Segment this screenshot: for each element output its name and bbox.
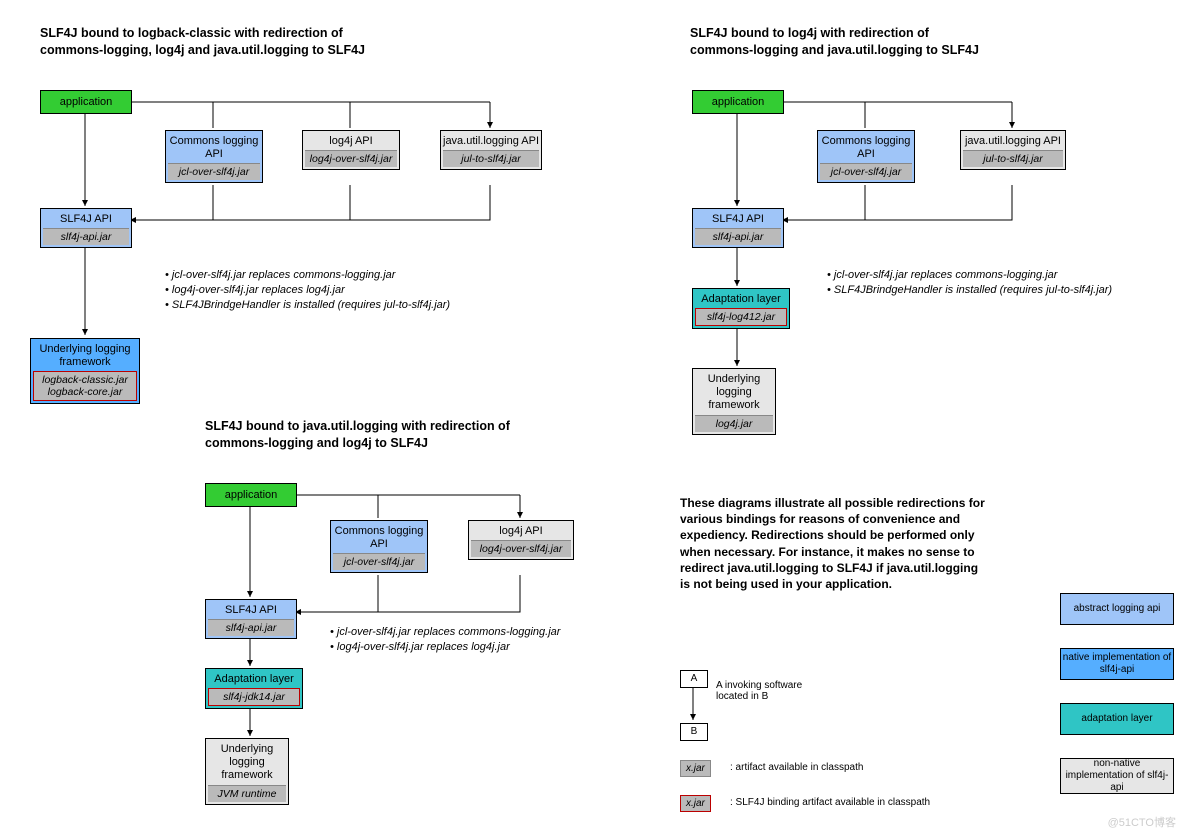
- d1-slf4j-api: SLF4J APIslf4j-api.jar: [40, 208, 132, 248]
- d2-adaptation: Adaptation layerslf4j-log412.jar: [692, 288, 790, 329]
- legend-adapt: adaptation layer: [1060, 703, 1174, 735]
- d2-slf4j-api: SLF4J APIslf4j-api.jar: [692, 208, 784, 248]
- d3-commons-jar: jcl-over-slf4j.jar: [333, 553, 425, 570]
- legend-A: A: [680, 670, 708, 688]
- d2-jul-api: java.util.logging APIjul-to-slf4j.jar: [960, 130, 1066, 170]
- d1-underlying-jar: logback-classic.jar logback-core.jar: [33, 371, 137, 401]
- d1-log4j-api: log4j APIlog4j-over-slf4j.jar: [302, 130, 400, 170]
- d1-jul-api: java.util.logging APIjul-to-slf4j.jar: [440, 130, 542, 170]
- d3-application: application: [205, 483, 297, 507]
- d3-underlying-jar: JVM runtime: [208, 785, 286, 802]
- d3-commons-api: Commons logging APIjcl-over-slf4j.jar: [330, 520, 428, 573]
- diagram3-title: SLF4J bound to java.util.logging with re…: [205, 418, 525, 452]
- d3-notes: • jcl-over-slf4j.jar replaces commons-lo…: [330, 625, 630, 655]
- d2-notes: • jcl-over-slf4j.jar replaces commons-lo…: [827, 268, 1184, 298]
- d3-log4j-api: log4j APIlog4j-over-slf4j.jar: [468, 520, 574, 560]
- legend-invoke: A invoking software located in B: [716, 680, 806, 702]
- legend-xjar-red: x.jar: [680, 795, 711, 812]
- d2-underlying-jar: log4j.jar: [695, 415, 773, 432]
- d2-slf4j-jar: slf4j-api.jar: [695, 228, 781, 245]
- d1-slf4j-jar: slf4j-api.jar: [43, 228, 129, 245]
- d1-application: application: [40, 90, 132, 114]
- d1-jul-jar: jul-to-slf4j.jar: [443, 150, 539, 167]
- legend-xjar-red-desc: : SLF4J binding artifact available in cl…: [730, 797, 930, 808]
- d3-slf4j-jar: slf4j-api.jar: [208, 619, 294, 636]
- d3-underlying: Underlying logging frameworkJVM runtime: [205, 738, 289, 805]
- d3-slf4j-api: SLF4J APIslf4j-api.jar: [205, 599, 297, 639]
- d1-commons-api: Commons logging APIjcl-over-slf4j.jar: [165, 130, 263, 183]
- d2-adapt-jar: slf4j-log412.jar: [695, 308, 787, 326]
- d2-application: application: [692, 90, 784, 114]
- watermark: @51CTO博客: [1108, 814, 1176, 830]
- d2-jul-jar: jul-to-slf4j.jar: [963, 150, 1063, 167]
- d1-commons-jar: jcl-over-slf4j.jar: [168, 163, 260, 180]
- legend-B: B: [680, 723, 708, 741]
- legend-abstract: abstract logging api: [1060, 593, 1174, 625]
- d2-underlying: Underlying logging frameworklog4j.jar: [692, 368, 776, 435]
- d3-log4j-jar: log4j-over-slf4j.jar: [471, 540, 571, 557]
- d2-commons-jar: jcl-over-slf4j.jar: [820, 163, 912, 180]
- d1-underlying: Underlying logging frameworklogback-clas…: [30, 338, 140, 404]
- d2-commons-api: Commons logging APIjcl-over-slf4j.jar: [817, 130, 915, 183]
- d1-notes: • jcl-over-slf4j.jar replaces commons-lo…: [165, 268, 565, 313]
- legend-xjar-desc: : artifact available in classpath: [730, 762, 863, 773]
- d1-log4j-jar: log4j-over-slf4j.jar: [305, 150, 397, 167]
- d3-adapt-jar: slf4j-jdk14.jar: [208, 688, 300, 706]
- diagram1-title: SLF4J bound to logback-classic with redi…: [40, 25, 370, 59]
- d3-adaptation: Adaptation layerslf4j-jdk14.jar: [205, 668, 303, 709]
- legend-native: native implementation of slf4j-api: [1060, 648, 1174, 680]
- explanation: These diagrams illustrate all possible r…: [680, 495, 990, 592]
- diagram2-title: SLF4J bound to log4j with redirection of…: [690, 25, 990, 59]
- legend-nonnative: non-native implementation of slf4j-api: [1060, 758, 1174, 794]
- legend-xjar: x.jar: [680, 760, 711, 777]
